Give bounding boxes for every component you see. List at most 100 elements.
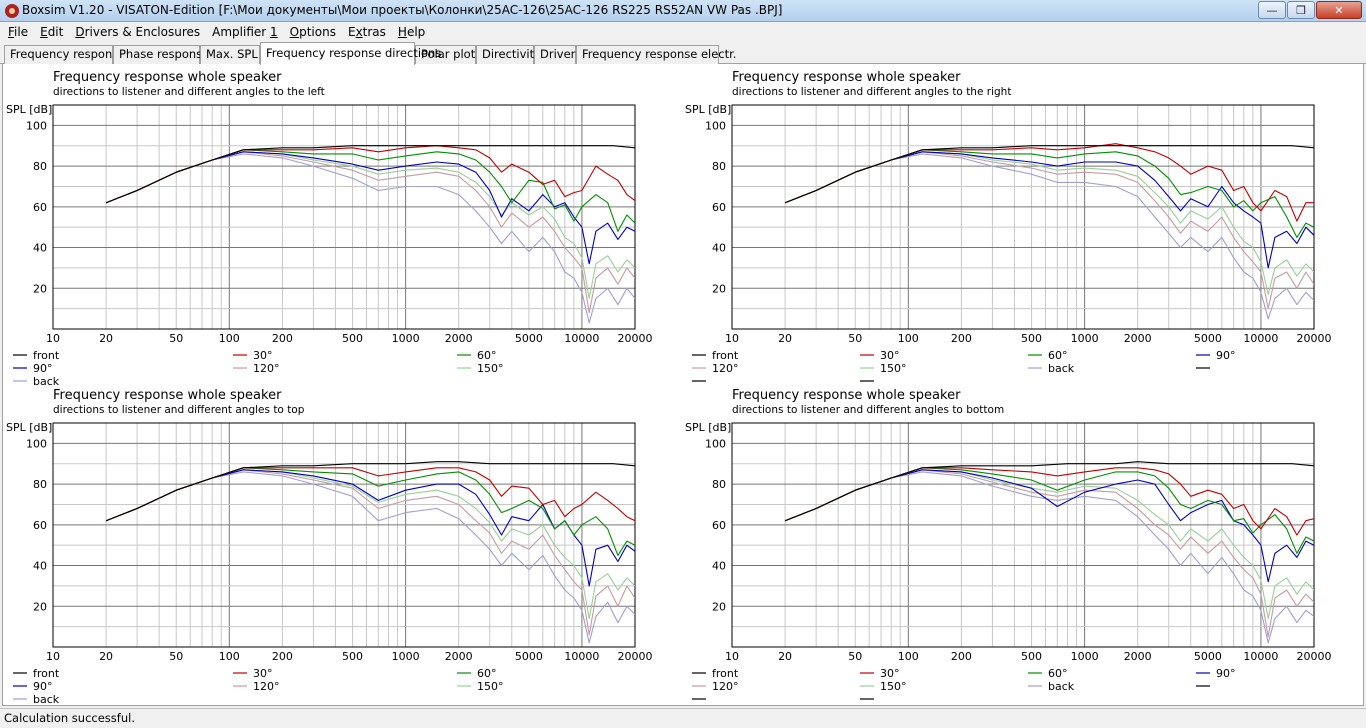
legend-label: 90° (1216, 349, 1236, 362)
legend-item: 30° (233, 349, 273, 362)
close-button[interactable]: ✕ (1316, 1, 1362, 19)
y-tick-label: 100 (705, 119, 726, 132)
y-tick-label: 20 (712, 282, 726, 295)
menu-file[interactable]: File (2, 22, 34, 42)
legend-label: front (33, 667, 60, 680)
boxsim-app-icon[interactable] (4, 3, 20, 19)
legend-item: back (1028, 362, 1075, 375)
y-tick-label: 60 (712, 201, 726, 214)
x-tick-label: 5000 (1194, 332, 1222, 345)
maximize-button[interactable]: ❐ (1287, 1, 1315, 19)
x-tick-label: 50 (169, 332, 183, 345)
legend-item: 90° (1196, 667, 1236, 680)
legend-label: front (33, 349, 60, 362)
legend-item: front (13, 349, 60, 362)
close-icon: ✕ (1334, 3, 1344, 17)
chart-subtitle: directions to listener and different ang… (53, 404, 305, 416)
x-tick-label: 2000 (1124, 332, 1152, 345)
y-tick-label: 20 (33, 600, 47, 613)
y-tick-label: 40 (33, 242, 47, 255)
legend-label: front (712, 667, 739, 680)
legend-item: 60° (457, 349, 497, 362)
status-bar: Calculation successful. (0, 708, 1366, 728)
y-tick-label: 20 (712, 600, 726, 613)
legend-item: 30° (233, 667, 273, 680)
plot-background (53, 105, 635, 329)
legend-label: 60° (1048, 349, 1068, 362)
menu-edit[interactable]: Edit (34, 22, 69, 42)
menu-amplifier-1[interactable]: Amplifier 1 (206, 22, 284, 42)
legend-label: 150° (880, 680, 907, 693)
legend-label: 120° (712, 680, 739, 693)
legend-label: 120° (253, 680, 280, 693)
legend-item: 150° (457, 680, 504, 693)
y-axis-label: SPL [dB] (6, 103, 52, 116)
minimize-button[interactable]: — (1258, 1, 1286, 19)
legend-label: 60° (477, 349, 497, 362)
x-tick-label: 1000 (1071, 650, 1099, 663)
x-tick-label: 20000 (1297, 332, 1332, 345)
x-tick-label: 100 (219, 650, 240, 663)
x-tick-label: 20 (778, 332, 792, 345)
tab-frequency-response[interactable]: Frequency response. (4, 45, 129, 64)
x-tick-label: 20 (778, 650, 792, 663)
menu-help[interactable]: Help (392, 22, 431, 42)
frequency-response-plots: Frequency response whole speaker directio… (6, 70, 1332, 706)
y-tick-label: 40 (712, 560, 726, 573)
x-tick-label: 2000 (445, 332, 473, 345)
legend-label: 120° (253, 362, 280, 375)
menu-bar: File Edit Drivers & Enclosures Amplifier 1O… (0, 22, 1366, 42)
x-tick-label: 200 (951, 650, 972, 663)
y-axis-label: SPL [dB] (6, 421, 52, 434)
tab-max-spl[interactable]: Max. SPL (200, 45, 260, 64)
x-tick-label: 10000 (564, 332, 599, 345)
chart-panel-3: Frequency response whole speakerdirectio… (6, 388, 653, 706)
legend-item: front (692, 667, 739, 680)
y-tick-label: 100 (26, 437, 47, 450)
legend-label: 30° (253, 349, 273, 362)
legend-label: back (1048, 362, 1075, 375)
title-bar[interactable]: Boxsim V1.20 - VISATON-Edition [F:\Мои д… (0, 0, 1366, 22)
legend-item: 120° (692, 680, 739, 693)
minimize-icon: — (1266, 3, 1278, 17)
x-tick-label: 200 (272, 332, 293, 345)
chart-title: Frequency response whole speaker (732, 70, 961, 85)
tab-driver[interactable]: Driver (534, 45, 576, 64)
chart-area: Frequency response whole speaker directio… (2, 64, 1364, 706)
legend-item: 120° (233, 362, 280, 375)
legend-item: 150° (860, 362, 907, 375)
legend-label: 150° (477, 362, 504, 375)
tab-frequency-response-electr[interactable]: Frequency response electr. (576, 45, 736, 64)
tab-directivity[interactable]: Directivity (476, 45, 541, 64)
x-tick-label: 100 (898, 332, 919, 345)
x-tick-label: 500 (1021, 332, 1042, 345)
y-tick-label: 60 (33, 201, 47, 214)
x-tick-label: 20000 (618, 650, 653, 663)
menu-options[interactable]: Options (284, 22, 342, 42)
menu-drivers-enclosures[interactable]: Drivers & Enclosures (69, 22, 206, 42)
legend-label: 150° (477, 680, 504, 693)
legend-label: 30° (880, 349, 900, 362)
legend-label: back (1048, 680, 1075, 693)
x-tick-label: 500 (342, 650, 363, 663)
chart-panel-1: Frequency response whole speakerdirectio… (6, 70, 653, 388)
tab-phase-response[interactable]: Phase response (113, 45, 209, 64)
tab-frequency-response-directions[interactable]: Frequency response directions (260, 42, 441, 65)
x-tick-label: 200 (951, 332, 972, 345)
x-tick-label: 200 (272, 650, 293, 663)
legend-item: 120° (692, 362, 739, 375)
plot-background (732, 105, 1314, 329)
legend-label: 60° (477, 667, 497, 680)
legend-label: 30° (880, 667, 900, 680)
x-tick-label: 1000 (392, 650, 420, 663)
menu-extras[interactable]: Extras (342, 22, 392, 42)
y-tick-label: 100 (705, 437, 726, 450)
x-tick-label: 5000 (1194, 650, 1222, 663)
x-tick-label: 5000 (515, 650, 543, 663)
y-axis-label: SPL [dB] (685, 103, 731, 116)
legend-label: back (33, 375, 60, 388)
x-tick-label: 10000 (1243, 332, 1278, 345)
x-tick-label: 20 (99, 332, 113, 345)
x-tick-label: 20000 (618, 332, 653, 345)
x-tick-label: 1000 (392, 332, 420, 345)
